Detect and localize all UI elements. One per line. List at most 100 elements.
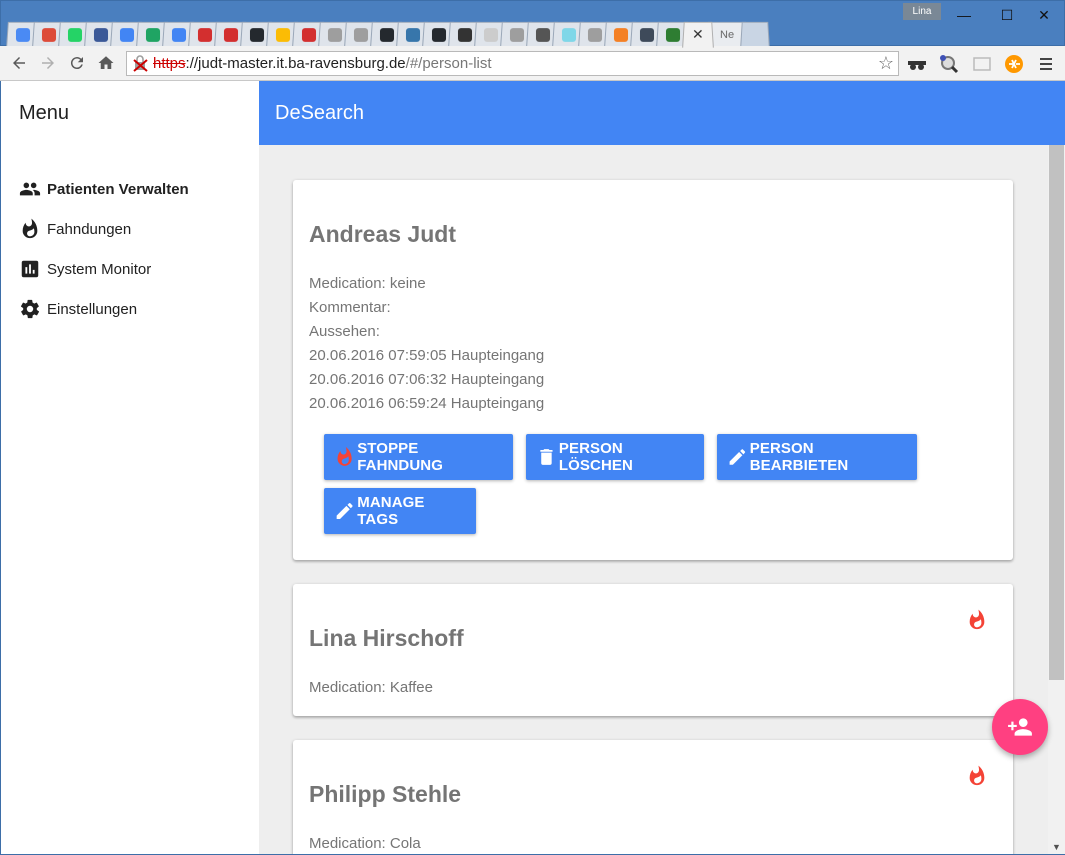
button-label: PERSON LÖSCHEN <box>558 440 633 474</box>
sidebar-item-label: Einstellungen <box>47 300 138 318</box>
scroll-down-arrow-icon[interactable]: ▼ <box>1052 842 1061 852</box>
sidebar-item-fahndungen[interactable]: Fahndungen <box>19 217 131 241</box>
tab-favicon-icon <box>639 27 655 42</box>
tab-favicon-icon <box>353 27 369 42</box>
address-bar[interactable]: https://judt-master.it.ba-ravensburg.de /… <box>126 51 899 76</box>
person-card: Lina Hirschoff Medication: Kaffee <box>293 584 1013 716</box>
tab-favicon-icon <box>249 27 265 42</box>
tab-favicon-icon <box>457 27 473 42</box>
person-comment: Kommentar: <box>309 299 391 316</box>
tab-favicon-icon <box>405 27 421 42</box>
sidebar-item-system-monitor[interactable]: System Monitor <box>19 257 151 281</box>
person-medication: Medication: Cola <box>309 835 421 852</box>
tab-favicon-icon <box>535 27 551 42</box>
gear-icon <box>20 299 40 319</box>
app-window: Menu Patienten Verwalten Fahndungen Syst… <box>0 81 1065 855</box>
forward-arrow-icon <box>42 57 54 69</box>
delete-icon <box>540 449 553 465</box>
sidebar-item-label: Fahndungen <box>47 220 132 238</box>
tab-favicon-icon <box>67 27 83 42</box>
orange-extension-icon[interactable] <box>1004 54 1024 74</box>
url-host: judt-master.it.ba-ravensburg.de <box>198 55 406 72</box>
person-medication: Medication: Kaffee <box>309 679 433 696</box>
new-tab-button[interactable] <box>740 21 770 48</box>
incognito-extension-icon[interactable] <box>907 54 927 74</box>
tab-favicon-icon <box>119 27 135 42</box>
app-title: DeSearch <box>275 102 364 124</box>
browser-toolbar: https://judt-master.it.ba-ravensburg.de /… <box>0 46 1065 81</box>
forward-button[interactable] <box>37 52 59 74</box>
add-person-fab[interactable] <box>992 699 1048 755</box>
url-scheme: https <box>153 55 186 72</box>
edit-icon <box>336 503 353 519</box>
insecure-lock-icon <box>131 54 153 74</box>
url-separator: :// <box>185 55 199 72</box>
sidebar-item-label: Patienten Verwalten <box>47 180 189 198</box>
person-appearance: Aussehen: <box>309 323 380 340</box>
sidebar-item-patienten[interactable]: Patienten Verwalten <box>19 177 189 201</box>
tab-favicon-icon <box>379 27 395 42</box>
sidebar: Menu Patienten Verwalten Fahndungen Syst… <box>1 81 259 854</box>
back-arrow-icon <box>13 57 25 69</box>
tab-favicon-icon <box>301 27 317 42</box>
reload-icon <box>70 57 83 70</box>
tab-favicon-icon <box>561 27 577 42</box>
button-label: MANAGE TAGS <box>357 494 425 528</box>
close-tab-icon[interactable]: ✕ <box>692 26 704 43</box>
person-add-icon <box>1008 718 1032 736</box>
minimize-button[interactable]: — <box>941 1 987 29</box>
scrollbar[interactable]: ▼ <box>1048 145 1065 854</box>
menu-title: Menu <box>19 102 70 124</box>
sidebar-item-label: System Monitor <box>47 260 152 278</box>
tab-favicon-icon <box>431 27 447 42</box>
chrome-menu-icon[interactable] <box>1036 54 1056 74</box>
person-card: Andreas Judt Medication: keine Kommentar… <box>293 180 1013 560</box>
sighting-entry: 20.06.2016 07:06:32 Haupteingang <box>309 371 545 388</box>
profile-button[interactable]: Lina <box>903 3 941 20</box>
tab-favicon-icon <box>223 27 239 42</box>
person-card: Philipp Stehle Medication: Cola <box>293 740 1013 854</box>
active-browser-tab[interactable]: ✕ <box>682 21 714 48</box>
tab-favicon-icon <box>275 27 291 42</box>
edit-person-button[interactable]: PERSON BEARBIETEN <box>717 434 917 480</box>
tab-favicon-icon <box>145 27 161 42</box>
wanted-flame-icon[interactable] <box>966 765 988 787</box>
stop-search-button[interactable]: STOPPE FAHNDUNG <box>324 434 513 480</box>
bookmark-star-icon[interactable]: ☆ <box>878 53 894 74</box>
tab-favicon-icon <box>665 27 681 42</box>
person-name: Philipp Stehle <box>309 781 462 807</box>
sighting-entry: 20.06.2016 07:59:05 Haupteingang <box>309 347 545 364</box>
flame-icon <box>337 447 352 466</box>
tab-favicon-icon <box>327 27 343 42</box>
tab-favicon-icon <box>483 27 499 42</box>
reload-button[interactable] <box>66 52 88 74</box>
tab-favicon-icon <box>613 27 629 42</box>
tab-favicon-icon <box>15 27 31 42</box>
tab-list: ✕ Ne <box>6 21 770 48</box>
button-label: STOPPE FAHNDUNG <box>357 440 444 474</box>
home-icon <box>98 56 114 69</box>
tab-favicon-icon <box>509 27 525 42</box>
tab-favicon-icon <box>41 27 57 42</box>
delete-person-button[interactable]: PERSON LÖSCHEN <box>526 434 704 480</box>
search-extension-icon[interactable] <box>939 54 959 74</box>
sighting-entry: 20.06.2016 06:59:24 Haupteingang <box>309 395 545 412</box>
flame-icon <box>22 218 38 239</box>
back-button[interactable] <box>8 52 30 74</box>
sidebar-item-einstellungen[interactable]: Einstellungen <box>19 297 137 321</box>
app-bar: DeSearch <box>259 81 1065 145</box>
people-icon <box>19 182 41 196</box>
tab-title: Ne <box>719 28 735 41</box>
wanted-flame-icon[interactable] <box>966 609 988 631</box>
person-medication: Medication: keine <box>309 275 426 292</box>
tab-favicon-icon <box>587 27 603 42</box>
cast-extension-icon[interactable] <box>972 54 992 74</box>
tab-favicon-icon <box>93 27 109 42</box>
person-name: Andreas Judt <box>309 221 456 247</box>
manage-tags-button[interactable]: MANAGE TAGS <box>324 488 476 534</box>
person-list[interactable]: Andreas Judt Medication: keine Kommentar… <box>259 145 1048 854</box>
close-window-button[interactable]: ✕ <box>1021 1 1065 29</box>
button-label: PERSON BEARBIETEN <box>749 440 849 474</box>
scrollbar-thumb[interactable] <box>1049 145 1064 680</box>
home-button[interactable] <box>95 52 117 74</box>
